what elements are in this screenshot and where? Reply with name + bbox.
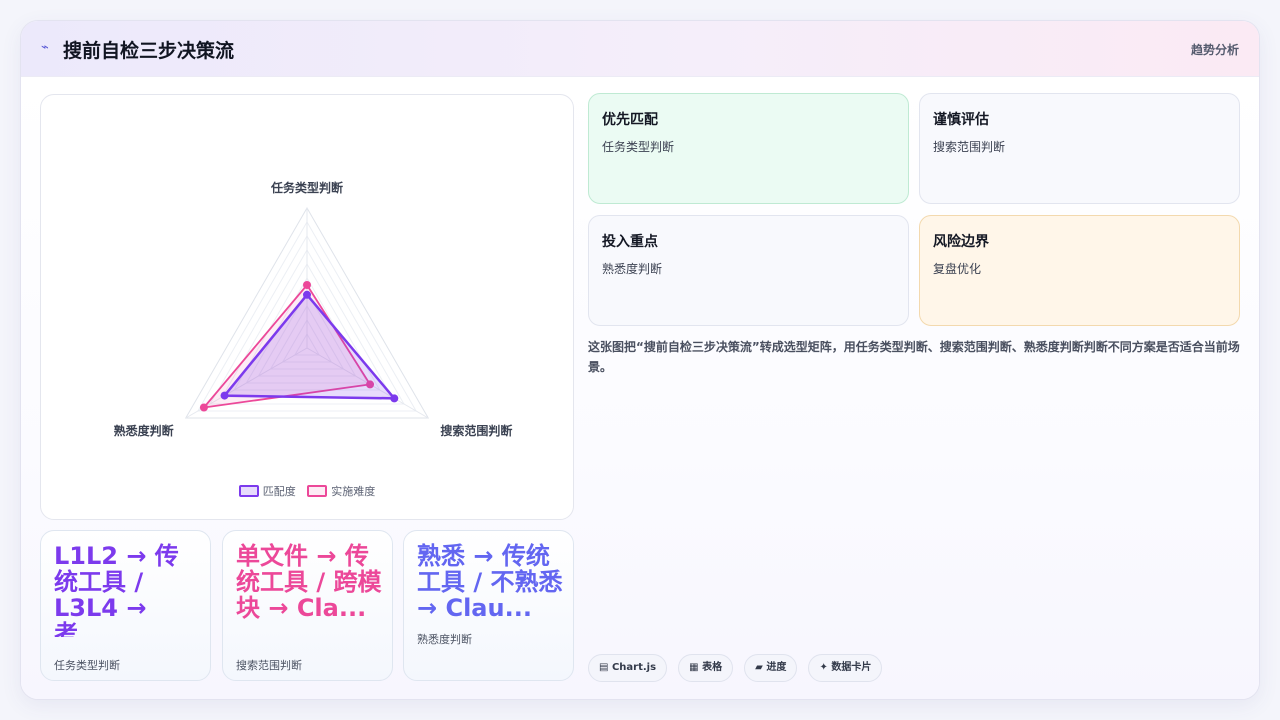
tag-label: 表格 [702, 662, 723, 673]
table-icon: ▦ [689, 662, 699, 673]
trend-line-icon: ⌁ [41, 40, 49, 55]
tag-chartjs[interactable]: ▤ Chart.js [588, 654, 668, 682]
tag-label: 进度 [766, 662, 787, 673]
radar-chart: 任务类型判断搜索范围判断 熟悉度判断 [114, 180, 513, 438]
card-investment-focus[interactable]: 投入重点 熟悉度判断 [588, 215, 909, 326]
tag-label: 数据卡片 [831, 662, 872, 673]
radar-axis-label: 熟悉度判断 [114, 423, 174, 438]
card-subtitle: 复盘优化 [933, 262, 982, 276]
kpi-value: L1L2 → 传统工具 / L3L4 → 考... [54, 543, 179, 637]
sparkle-icon: ✦ [819, 662, 828, 673]
radar-data-point [390, 394, 399, 403]
radar-chart-card: 任务类型判断搜索范围判断 熟悉度判断 匹配度 实施难度 [40, 94, 574, 520]
radar-data-point [303, 290, 311, 299]
kpi-card-task-type: L1L2 → 传统工具 / L3L4 → 考... 任务类型判断 [40, 530, 211, 681]
legend-swatch [307, 485, 328, 497]
card-title: 谨慎评估 [933, 112, 989, 128]
tag-table[interactable]: ▦ 表格 [678, 654, 734, 682]
legend-label: 实施难度 [331, 485, 376, 498]
trend-analysis-link[interactable]: 趋势分析 [1191, 41, 1239, 58]
chart-description: 这张图把“搜前自检三步决策流”转成选型矩阵，用任务类型判断、搜索范围判断、熟悉度… [588, 340, 1240, 374]
kpi-label: 熟悉度判断 [417, 633, 472, 646]
card-title: 优先匹配 [602, 112, 658, 128]
radar-axis-label: 任务类型判断 [270, 180, 343, 195]
legend-label: 匹配度 [262, 485, 296, 498]
card-title: 投入重点 [602, 234, 658, 250]
radar-data-point [220, 391, 229, 400]
card-priority-match[interactable]: 优先匹配 任务类型判断 [588, 93, 909, 204]
card-subtitle: 任务类型判断 [602, 140, 675, 154]
radar-series-area [223, 293, 396, 400]
tag-data-cards[interactable]: ✦ 数据卡片 [808, 654, 883, 682]
card-title: 风险边界 [933, 234, 989, 250]
radar-data-point [199, 403, 208, 412]
progress-icon: ▰ [755, 662, 763, 673]
tag-label: Chart.js [611, 662, 657, 673]
legend-swatch [238, 485, 259, 497]
card-risk-boundary[interactable]: 风险边界 复盘优化 [919, 215, 1240, 326]
dashboard-frame: ⌁ 搜前自检三步决策流 趋势分析 任务类型判断 搜索范围判断 熟悉度判断 匹配度 实… [20, 20, 1260, 700]
chart-legend: 匹配度 实施难度 [41, 483, 573, 499]
kpi-card-search-scope: 单文件 → 传统工具 / 跨模块 → Cla... 搜索范围判断 [222, 530, 393, 681]
kpi-value: 熟悉 → 传统工具 / 不熟悉 → Clau... [417, 543, 563, 621]
radar-data-point [303, 281, 311, 289]
kpi-card-familiarity: 熟悉 → 传统工具 / 不熟悉 → Clau... 熟悉度判断 [403, 530, 574, 681]
page-title: 搜前自检三步决策流 [63, 40, 235, 62]
legend-item-difficulty[interactable]: 实施难度 [307, 483, 375, 499]
header: ⌁ 搜前自检三步决策流 趋势分析 [21, 21, 1259, 77]
tag-row: ▤ Chart.js ▦ 表格 ▰ 进度 ✦ 数据卡片 [588, 654, 888, 682]
card-subtitle: 搜索范围判断 [933, 140, 1006, 154]
kpi-label: 搜索范围判断 [236, 659, 302, 672]
tag-progress[interactable]: ▰ 进度 [744, 654, 798, 682]
card-subtitle: 熟悉度判断 [602, 262, 663, 276]
chart-icon: ▤ [599, 662, 609, 673]
kpi-value: 单文件 → 传统工具 / 跨模块 → Cla... [236, 543, 382, 622]
radar-axis-label: 搜索范围判断 [440, 423, 512, 438]
kpi-label: 任务类型判断 [54, 659, 120, 672]
legend-item-match[interactable]: 匹配度 [238, 483, 296, 499]
card-careful-evaluation[interactable]: 谨慎评估 搜索范围判断 [919, 93, 1240, 204]
